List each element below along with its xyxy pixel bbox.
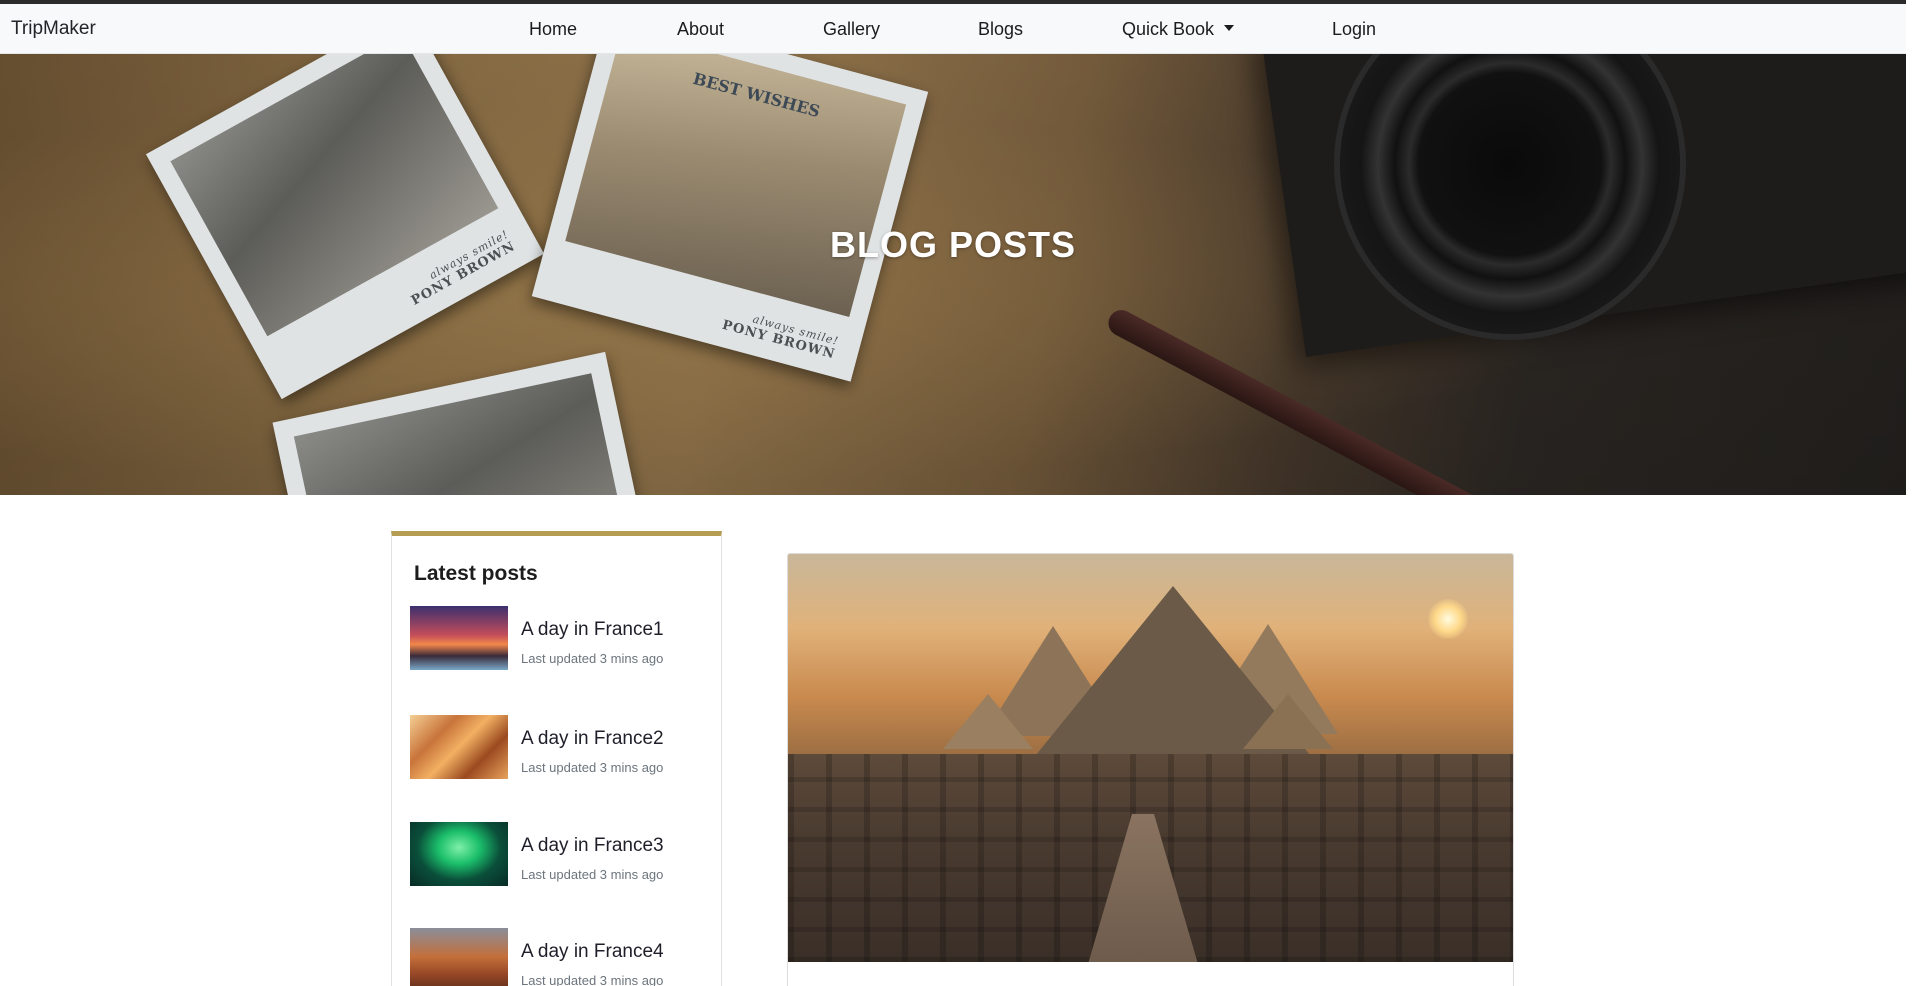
latest-post-item[interactable]: A day in France2 Last updated 3 mins ago	[410, 715, 710, 785]
nav-gallery[interactable]: Gallery	[823, 19, 880, 40]
post-thumbnail[interactable]	[410, 606, 508, 670]
post-thumbnail[interactable]	[410, 928, 508, 986]
post-thumbnail[interactable]	[410, 822, 508, 886]
latest-post-item[interactable]: A day in France3 Last updated 3 mins ago	[410, 822, 710, 892]
post-title[interactable]: A day in France3	[521, 835, 664, 857]
latest-post-item[interactable]: A day in France1 Last updated 3 mins ago	[410, 606, 710, 676]
blog-post-card[interactable]	[787, 553, 1514, 986]
post-meta: Last updated 3 mins ago	[521, 760, 664, 775]
nav-blogs[interactable]: Blogs	[978, 19, 1023, 40]
latest-posts-panel: Latest posts A day in France1 Last updat…	[391, 531, 722, 986]
nav-quick-book-dropdown[interactable]: Quick Book	[1122, 19, 1235, 40]
latest-posts-heading: Latest posts	[414, 562, 538, 585]
brand-logo[interactable]: TripMaker	[11, 18, 96, 40]
nav-quick-book-label: Quick Book	[1122, 19, 1215, 39]
blog-post-image[interactable]	[788, 554, 1513, 962]
post-meta: Last updated 3 mins ago	[521, 651, 664, 666]
latest-post-item[interactable]: A day in France4 Last updated 3 mins ago	[410, 928, 710, 986]
nav-about[interactable]: About	[677, 19, 724, 40]
post-thumbnail[interactable]	[410, 715, 508, 779]
post-title[interactable]: A day in France1	[521, 619, 664, 641]
page-title: BLOG POSTS	[829, 224, 1077, 265]
post-meta: Last updated 3 mins ago	[521, 973, 664, 986]
post-title[interactable]: A day in France4	[521, 941, 664, 963]
hero-banner: always smile! PONY BROWN BEST WISHES alw…	[0, 54, 1906, 495]
post-meta: Last updated 3 mins ago	[521, 867, 664, 882]
nav-login[interactable]: Login	[1332, 19, 1376, 40]
navbar: TripMaker Home About Gallery Blogs Quick…	[0, 4, 1906, 54]
nav-home[interactable]: Home	[529, 19, 577, 40]
caret-down-icon	[1224, 25, 1235, 32]
post-title[interactable]: A day in France2	[521, 728, 664, 750]
